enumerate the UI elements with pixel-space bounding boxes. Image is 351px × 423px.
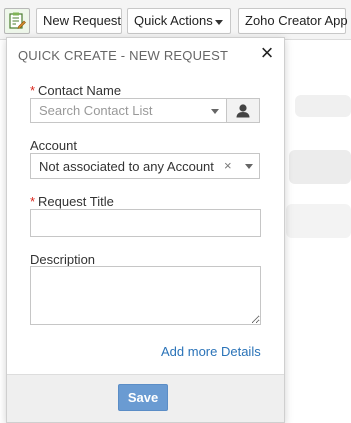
contact-lookup-button[interactable] [227,98,260,123]
quick-actions-dropdown[interactable]: Quick Actions [127,8,231,34]
save-button[interactable]: Save [118,384,168,411]
zoho-creator-app-label: Zoho Creator App [245,13,348,28]
contact-search-field [30,98,227,123]
quick-actions-label: Quick Actions [134,13,213,28]
person-icon [236,104,250,118]
contact-name-label: Contact Name [38,83,122,98]
notepad-edit-icon[interactable] [4,8,30,34]
top-toolbar: New Request Quick Actions Zoho Creator A… [0,0,351,40]
account-selected-value: Not associated to any Account [39,159,214,174]
close-icon[interactable]: × [256,42,278,64]
description-label: Description [30,252,96,267]
request-title-label: Request Title [38,194,114,209]
chevron-down-icon[interactable] [245,164,253,169]
quick-create-popup: QUICK CREATE - NEW REQUEST × * Contact N… [6,37,285,423]
new-request-button[interactable]: New Request [36,8,122,34]
background-content [295,95,351,117]
zoho-creator-app-button[interactable]: Zoho Creator App [238,8,348,34]
account-select[interactable]: Not associated to any Account × [30,153,260,179]
clear-icon[interactable]: × [224,158,232,173]
popup-title: QUICK CREATE - NEW REQUEST [18,48,229,63]
contact-search-input[interactable] [31,99,206,122]
request-title-input[interactable] [30,209,261,237]
description-textarea[interactable] [30,266,261,325]
chevron-down-icon [215,20,223,25]
background-content [286,204,351,238]
popup-footer: Save [7,374,284,422]
required-mark: * [30,194,36,209]
new-request-label: New Request [43,13,122,28]
required-mark: * [30,83,36,98]
account-label: Account [30,138,77,153]
chevron-down-icon[interactable] [211,109,219,114]
background-content [289,150,351,184]
add-more-details-link[interactable]: Add more Details [161,344,261,359]
